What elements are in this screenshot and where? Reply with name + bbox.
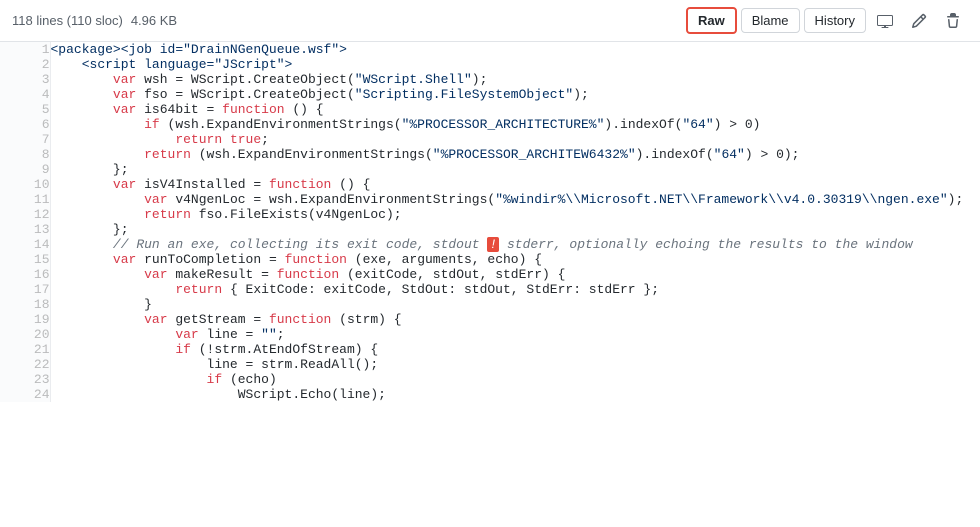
- line-code: return { ExitCode: exitCode, StdOut: std…: [50, 282, 980, 297]
- line-number: 9: [0, 162, 50, 177]
- table-row: 18 }: [0, 297, 980, 312]
- line-number: 5: [0, 102, 50, 117]
- table-row: 6 if (wsh.ExpandEnvironmentStrings("%PRO…: [0, 117, 980, 132]
- line-code: var fso = WScript.CreateObject("Scriptin…: [50, 87, 980, 102]
- line-count: 118 lines (110 sloc): [12, 13, 123, 28]
- line-number: 2: [0, 57, 50, 72]
- line-number: 6: [0, 117, 50, 132]
- line-number: 12: [0, 207, 50, 222]
- line-number: 15: [0, 252, 50, 267]
- table-row: 14 // Run an exe, collecting its exit co…: [0, 237, 980, 252]
- line-code: };: [50, 222, 980, 237]
- table-row: 3 var wsh = WScript.CreateObject("WScrip…: [0, 72, 980, 87]
- table-row: 13 };: [0, 222, 980, 237]
- table-row: 22 line = strm.ReadAll();: [0, 357, 980, 372]
- line-number: 21: [0, 342, 50, 357]
- table-row: 16 var makeResult = function (exitCode, …: [0, 267, 980, 282]
- line-number: 7: [0, 132, 50, 147]
- table-row: 19 var getStream = function (strm) {: [0, 312, 980, 327]
- line-number: 1: [0, 42, 50, 57]
- monitor-button[interactable]: [870, 7, 900, 35]
- line-number: 13: [0, 222, 50, 237]
- line-number: 3: [0, 72, 50, 87]
- page-container: 118 lines (110 sloc) 4.96 KB Raw Blame H…: [0, 0, 980, 527]
- pencil-icon: [911, 13, 927, 29]
- raw-button[interactable]: Raw: [686, 7, 737, 34]
- line-code: // Run an exe, collecting its exit code,…: [50, 237, 980, 252]
- table-row: 23 if (echo): [0, 372, 980, 387]
- table-row: 20 var line = "";: [0, 327, 980, 342]
- line-code: return (wsh.ExpandEnvironmentStrings("%P…: [50, 147, 980, 162]
- blame-button[interactable]: Blame: [741, 8, 800, 33]
- delete-button[interactable]: [938, 7, 968, 35]
- monitor-icon: [877, 13, 893, 29]
- line-code: var line = "";: [50, 327, 980, 342]
- line-code: WScript.Echo(line);: [50, 387, 980, 402]
- line-number: 14: [0, 237, 50, 252]
- line-code: };: [50, 162, 980, 177]
- line-code: }: [50, 297, 980, 312]
- table-row: 5 var is64bit = function () {: [0, 102, 980, 117]
- line-number: 20: [0, 327, 50, 342]
- line-code: var makeResult = function (exitCode, std…: [50, 267, 980, 282]
- table-row: 7 return true;: [0, 132, 980, 147]
- table-row: 10 var isV4Installed = function () {: [0, 177, 980, 192]
- code-area: 1 <package><job id="DrainNGenQueue.wsf">…: [0, 42, 980, 527]
- line-number: 23: [0, 372, 50, 387]
- toolbar: 118 lines (110 sloc) 4.96 KB Raw Blame H…: [0, 0, 980, 42]
- line-code: var getStream = function (strm) {: [50, 312, 980, 327]
- table-row: 1 <package><job id="DrainNGenQueue.wsf">: [0, 42, 980, 57]
- line-number: 17: [0, 282, 50, 297]
- line-number: 16: [0, 267, 50, 282]
- toolbar-actions: Raw Blame History: [686, 7, 968, 35]
- line-number: 22: [0, 357, 50, 372]
- line-code: <package><job id="DrainNGenQueue.wsf">: [50, 42, 980, 57]
- file-info: 118 lines (110 sloc) 4.96 KB: [12, 13, 177, 28]
- line-number: 8: [0, 147, 50, 162]
- table-row: 8 return (wsh.ExpandEnvironmentStrings("…: [0, 147, 980, 162]
- table-row: 12 return fso.FileExists(v4NgenLoc);: [0, 207, 980, 222]
- table-row: 21 if (!strm.AtEndOfStream) {: [0, 342, 980, 357]
- line-number: 11: [0, 192, 50, 207]
- file-size: 4.96 KB: [131, 13, 177, 28]
- table-row: 4 var fso = WScript.CreateObject("Script…: [0, 87, 980, 102]
- line-number: 4: [0, 87, 50, 102]
- line-code: var is64bit = function () {: [50, 102, 980, 117]
- table-row: 15 var runToCompletion = function (exe, …: [0, 252, 980, 267]
- table-row: 11 var v4NgenLoc = wsh.ExpandEnvironment…: [0, 192, 980, 207]
- line-code: var wsh = WScript.CreateObject("WScript.…: [50, 72, 980, 87]
- line-number: 18: [0, 297, 50, 312]
- line-code: var v4NgenLoc = wsh.ExpandEnvironmentStr…: [50, 192, 980, 207]
- table-row: 17 return { ExitCode: exitCode, StdOut: …: [0, 282, 980, 297]
- line-code: if (!strm.AtEndOfStream) {: [50, 342, 980, 357]
- line-code: var isV4Installed = function () {: [50, 177, 980, 192]
- line-code: if (wsh.ExpandEnvironmentStrings("%PROCE…: [50, 117, 980, 132]
- line-code: <script language="JScript">: [50, 57, 980, 72]
- line-number: 24: [0, 387, 50, 402]
- table-row: 9 };: [0, 162, 980, 177]
- line-number: 10: [0, 177, 50, 192]
- trash-icon: [945, 13, 961, 29]
- line-code: if (echo): [50, 372, 980, 387]
- table-row: 24 WScript.Echo(line);: [0, 387, 980, 402]
- line-code: return fso.FileExists(v4NgenLoc);: [50, 207, 980, 222]
- code-table: 1 <package><job id="DrainNGenQueue.wsf">…: [0, 42, 980, 402]
- history-button[interactable]: History: [804, 8, 866, 33]
- edit-button[interactable]: [904, 7, 934, 35]
- line-code: return true;: [50, 132, 980, 147]
- table-row: 2 <script language="JScript">: [0, 57, 980, 72]
- line-number: 19: [0, 312, 50, 327]
- line-code: var runToCompletion = function (exe, arg…: [50, 252, 980, 267]
- line-code: line = strm.ReadAll();: [50, 357, 980, 372]
